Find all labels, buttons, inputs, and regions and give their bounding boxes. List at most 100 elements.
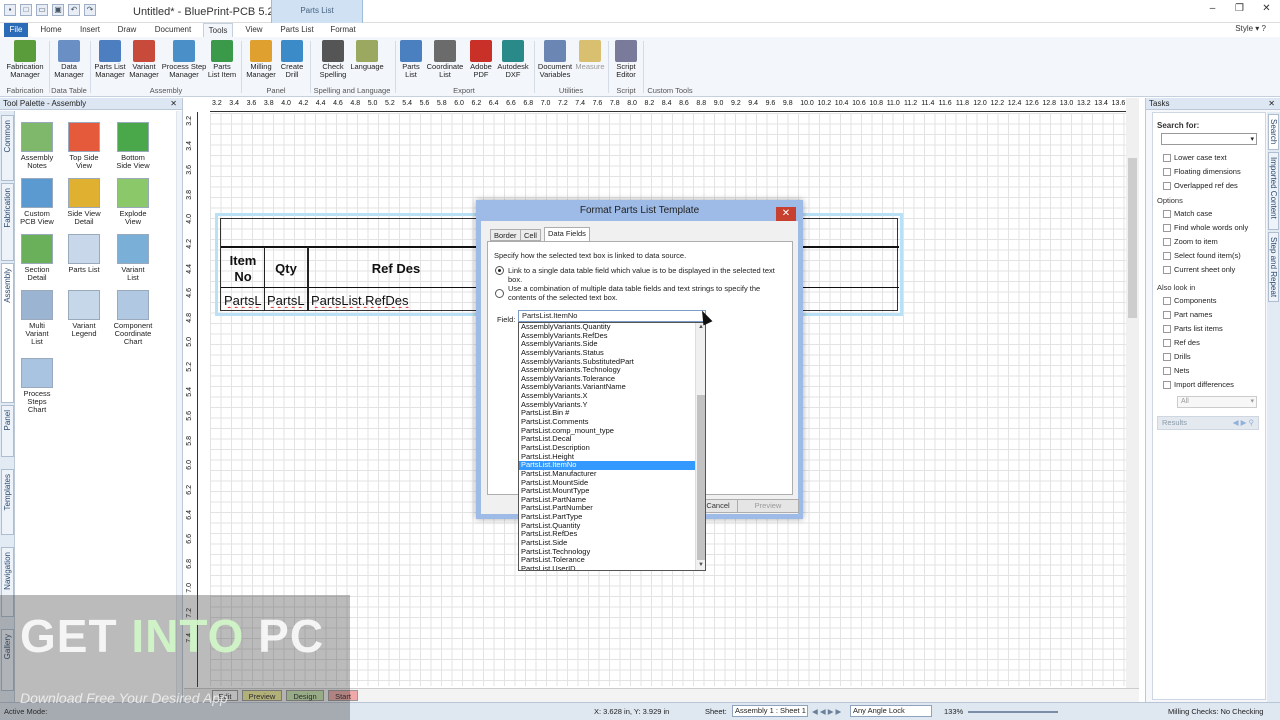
minimize-icon[interactable]: – <box>1199 0 1226 18</box>
open-folder-icon[interactable]: ▭ <box>36 4 48 16</box>
sheet-nav-icons[interactable]: ◀ ◀ ▶ ▶ <box>812 707 841 716</box>
tab-insert[interactable]: Insert <box>75 23 105 37</box>
close-icon[interactable]: ✕ <box>1253 0 1280 18</box>
angle-lock-select[interactable]: Any Angle Lock <box>850 705 932 717</box>
tab-document[interactable]: Document <box>151 23 195 37</box>
dialog-tab-data-fields[interactable]: Data Fields <box>544 227 590 241</box>
task-tab-step-repeat[interactable]: Step and Repeat <box>1268 232 1279 302</box>
check-nets[interactable]: Nets <box>1163 366 1267 376</box>
check-lower-case-text[interactable]: Lower case text <box>1163 153 1267 163</box>
group-utilities: Utilities <box>558 86 584 95</box>
dropdown-scroll-thumb[interactable] <box>697 395 705 560</box>
style-menu[interactable]: Style ▾ ? <box>1235 24 1266 33</box>
check-ref-des[interactable]: Ref des <box>1163 338 1267 348</box>
tool-variant-list[interactable]: Variant List <box>107 234 159 282</box>
data-manager-button[interactable]: Data Manager <box>51 40 87 79</box>
search-input[interactable]: ▾ <box>1161 133 1257 145</box>
tab-tools[interactable]: Tools <box>203 23 233 37</box>
tool-process-steps-chart[interactable]: Process Steps Chart <box>11 358 63 414</box>
header-ref-des[interactable]: Ref Des <box>311 261 481 277</box>
zoom-slider[interactable] <box>968 711 1058 713</box>
close-icon[interactable]: ✕ <box>170 98 177 110</box>
restore-icon[interactable]: ❐ <box>1226 0 1253 18</box>
radio-multi-field[interactable] <box>495 289 504 298</box>
check-parts-list-items[interactable]: Parts list items <box>1163 324 1267 334</box>
check-overlapped-ref-des[interactable]: Overlapped ref des <box>1163 181 1267 191</box>
check-match-case[interactable]: Match case <box>1163 209 1267 219</box>
tab-home[interactable]: Home <box>36 23 66 37</box>
tool-multi-variant-list[interactable]: Multi Variant List <box>11 290 63 346</box>
sheet-select[interactable]: Assembly 1 : Sheet 1 <box>732 705 808 717</box>
parts-list-item-button[interactable]: Parts List Item <box>205 40 239 79</box>
field-option[interactable]: PartsList.UserID <box>519 564 695 570</box>
check-zoom-to-item[interactable]: Zoom to item <box>1163 237 1267 247</box>
variant-manager-button[interactable]: Variant Manager <box>127 40 161 79</box>
preview-button[interactable]: Preview <box>737 499 799 513</box>
scroll-thumb[interactable] <box>1128 158 1137 318</box>
tool-custom-pcb-view[interactable]: Custom PCB View <box>11 178 63 226</box>
create-drill-button[interactable]: Create Drill <box>278 40 306 79</box>
coordinate-list-button[interactable]: Coordinate List <box>425 40 465 79</box>
tool-side-view-detail[interactable]: Side View Detail <box>58 178 110 226</box>
dialog-tab-border[interactable]: Border <box>490 229 521 241</box>
cell-item-no[interactable]: PartsL <box>224 293 264 308</box>
tool-variant-legend[interactable]: Variant Legend <box>58 290 110 338</box>
close-icon[interactable]: ✕ <box>776 207 796 221</box>
scroll-down-icon[interactable]: ▼ <box>697 561 705 569</box>
dropdown-scrollbar[interactable]: ▲ ▼ <box>695 323 705 570</box>
header-item-no[interactable]: Item No <box>223 253 263 285</box>
tab-draw[interactable]: Draw <box>113 23 141 37</box>
save-icon[interactable]: ▣ <box>52 4 64 16</box>
task-tab-imported-content[interactable]: Imported Content <box>1268 152 1279 230</box>
redo-icon[interactable]: ↷ <box>84 4 96 16</box>
check-drills[interactable]: Drills <box>1163 352 1267 362</box>
tab-parts-list[interactable]: Parts List <box>276 23 318 37</box>
check-whole-words[interactable]: Find whole words only <box>1163 223 1267 233</box>
language-button[interactable]: Language <box>349 40 385 71</box>
process-step-manager-button[interactable]: Process Step Manager <box>160 40 208 79</box>
field-select[interactable]: PartsList.ItemNo <box>518 310 706 322</box>
check-part-names[interactable]: Part names <box>1163 310 1267 320</box>
tab-file[interactable]: File <box>4 23 28 37</box>
radio-single-field[interactable] <box>495 266 504 275</box>
tool-section-detail[interactable]: Section Detail <box>11 234 63 282</box>
tool-explode-view[interactable]: Explode View <box>107 178 159 226</box>
check-select-found[interactable]: Select found item(s) <box>1163 251 1267 261</box>
field-dropdown-list[interactable]: AssemblyVariants.Quantity AssemblyVariant… <box>518 322 706 571</box>
script-editor-button[interactable]: Script Editor <box>610 40 642 79</box>
tab-format[interactable]: Format <box>326 23 360 37</box>
check-import-differences[interactable]: Import differences <box>1163 380 1267 390</box>
check-spelling-button[interactable]: Check Spelling <box>314 40 352 79</box>
autodesk-dxf-button[interactable]: Autodesk DXF <box>494 40 532 79</box>
check-floating-dimensions[interactable]: Floating dimensions <box>1163 167 1267 177</box>
tab-view[interactable]: View <box>240 23 268 37</box>
tool-parts-list[interactable]: Parts List <box>58 234 110 274</box>
task-tab-search[interactable]: Search <box>1268 114 1279 150</box>
export-parts-list-button[interactable]: Parts List <box>398 40 424 79</box>
tool-component-coordinate-chart[interactable]: Component Coordinate Chart <box>107 290 159 346</box>
undo-icon[interactable]: ↶ <box>68 4 80 16</box>
tool-top-side-view[interactable]: Top Side View <box>58 122 110 170</box>
header-qty[interactable]: Qty <box>266 261 306 277</box>
new-icon[interactable]: □ <box>20 4 32 16</box>
check-components[interactable]: Components <box>1163 296 1267 306</box>
side-tab-templates[interactable]: Templates <box>1 469 14 535</box>
app-icon[interactable]: ▪ <box>4 4 16 16</box>
adobe-pdf-button[interactable]: Adobe PDF <box>466 40 496 79</box>
milling-manager-icon <box>250 40 272 62</box>
cell-ref-des[interactable]: PartsList.RefDes <box>311 293 441 308</box>
measure-button[interactable]: Measure <box>574 40 606 71</box>
scope-select[interactable]: All ▾ <box>1177 396 1257 408</box>
results-nav-icons[interactable]: ◀ ▶ ⚲ <box>1233 417 1254 429</box>
tool-bottom-side-view[interactable]: Bottom Side View <box>107 122 159 170</box>
cell-qty[interactable]: PartsL <box>267 293 307 308</box>
fabrication-manager-button[interactable]: Fabrication Manager <box>4 40 46 79</box>
milling-manager-button[interactable]: Milling Manager <box>243 40 279 79</box>
vertical-scrollbar[interactable] <box>1126 98 1139 688</box>
tool-assembly-notes[interactable]: Assembly Notes <box>11 122 63 170</box>
close-icon[interactable]: ✕ <box>1268 98 1275 110</box>
document-variables-button[interactable]: Document Variables <box>536 40 574 79</box>
dialog-tab-cell[interactable]: Cell <box>520 229 541 241</box>
parts-list-manager-button[interactable]: Parts List Manager <box>92 40 128 79</box>
check-current-sheet[interactable]: Current sheet only <box>1163 265 1267 275</box>
